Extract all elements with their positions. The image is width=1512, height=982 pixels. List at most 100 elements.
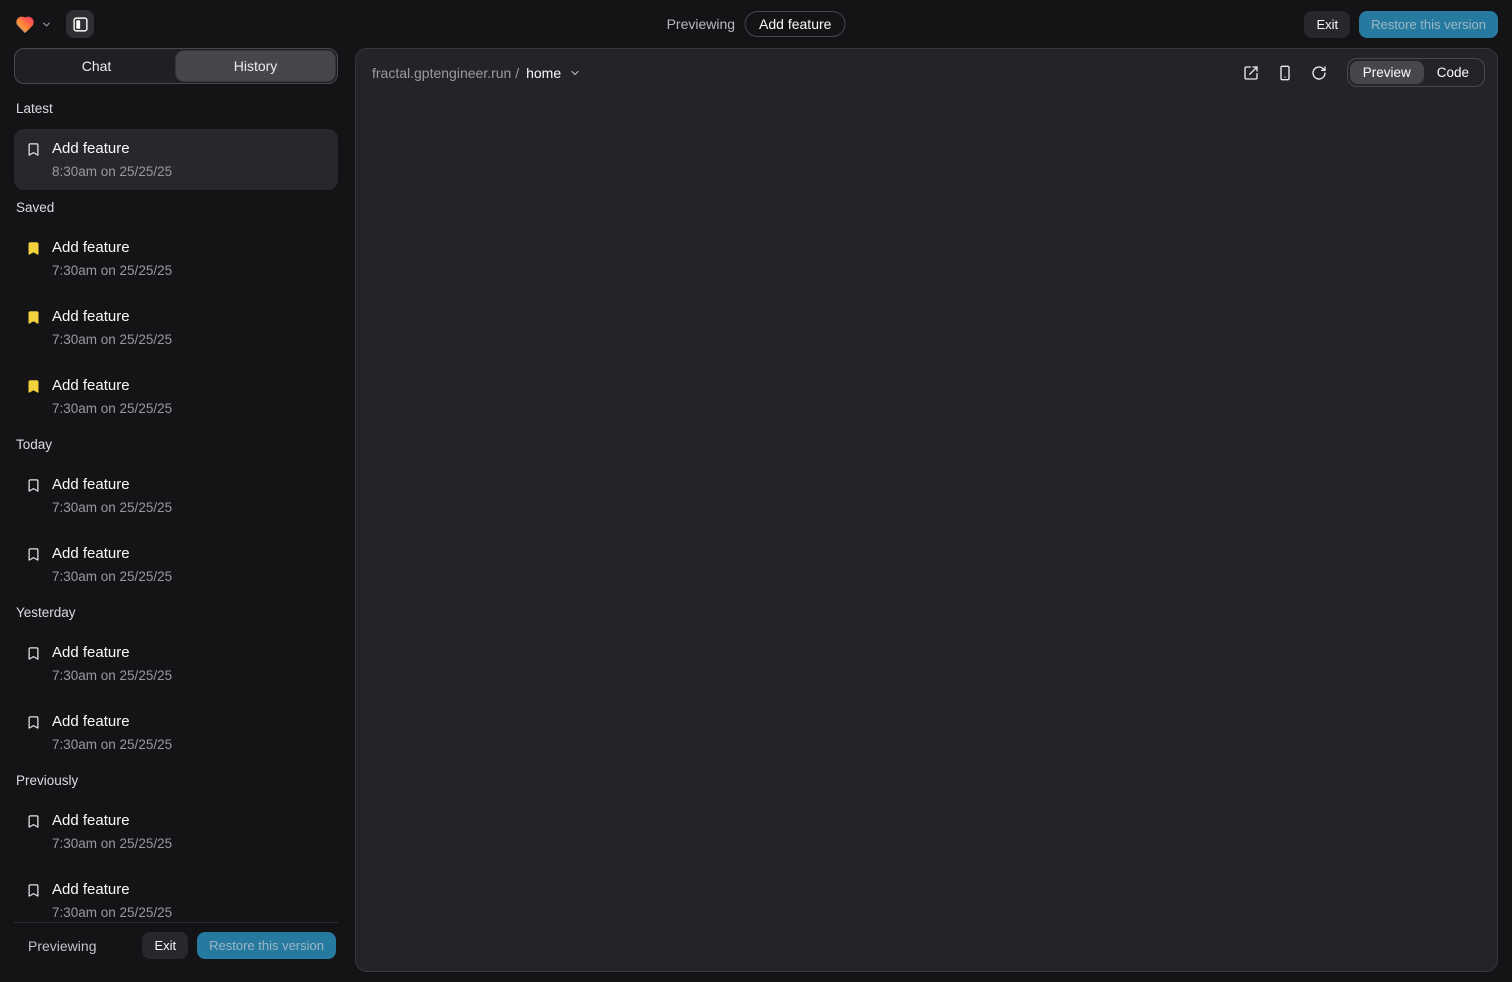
history-item-text: Add feature 7:30am on 25/25/25 [52, 643, 172, 684]
history-item[interactable]: Add feature 7:30am on 25/25/25 [14, 702, 338, 763]
section-items: Add feature 7:30am on 25/25/25 Add featu… [14, 228, 338, 427]
section-items: Add feature 8:30am on 25/25/25 [14, 129, 338, 190]
item-time: 8:30am on 25/25/25 [52, 163, 172, 180]
preview-panel: fractal.gptengineer.run / home [355, 48, 1498, 972]
item-time: 7:30am on 25/25/25 [52, 331, 172, 348]
item-time: 7:30am on 25/25/25 [52, 667, 172, 684]
history-item[interactable]: Add feature 7:30am on 25/25/25 [14, 534, 338, 595]
history-item[interactable]: Add feature 7:30am on 25/25/25 [14, 465, 338, 526]
item-time: 7:30am on 25/25/25 [52, 262, 172, 279]
item-title: Add feature [52, 475, 172, 494]
bookmark-icon [26, 241, 41, 256]
lovable-heart-icon [14, 14, 36, 34]
bookmark-icon [26, 310, 41, 325]
section-items: Add feature 7:30am on 25/25/25 Add featu… [14, 465, 338, 595]
bookmark-icon [26, 478, 41, 493]
footer-exit-button[interactable]: Exit [142, 932, 188, 959]
chevron-down-icon [569, 67, 581, 79]
app-body: Chat History Latest Add feature 8:30am o… [0, 48, 1512, 982]
smartphone-icon [1277, 65, 1293, 81]
history-item-text: Add feature 7:30am on 25/25/25 [52, 376, 172, 417]
item-title: Add feature [52, 238, 172, 257]
bookmark-icon [26, 814, 41, 829]
refresh-icon [1311, 65, 1327, 81]
item-time: 7:30am on 25/25/25 [52, 568, 172, 585]
exit-button[interactable]: Exit [1304, 11, 1350, 38]
panel-actions: Preview Code [1237, 58, 1485, 87]
bookmark-icon [26, 142, 41, 157]
toggle-preview[interactable]: Preview [1350, 61, 1424, 84]
history-item[interactable]: Add feature 8:30am on 25/25/25 [14, 129, 338, 190]
bookmark-icon [26, 547, 41, 562]
item-time: 7:30am on 25/25/25 [52, 499, 172, 516]
url-selector[interactable]: fractal.gptengineer.run / home [372, 65, 581, 81]
footer-status-label: Previewing [28, 938, 96, 954]
item-title: Add feature [52, 376, 172, 395]
history-item-text: Add feature 7:30am on 25/25/25 [52, 307, 172, 348]
history-item-text: Add feature 7:30am on 25/25/25 [52, 475, 172, 516]
section-title: Previously [14, 773, 338, 788]
panel-left-icon [72, 16, 89, 33]
url-page: home [526, 65, 561, 81]
tab-history[interactable]: History [176, 51, 335, 81]
external-link-icon [1243, 65, 1259, 81]
tab-chat[interactable]: Chat [17, 51, 176, 81]
bookmark-icon [26, 883, 41, 898]
history-section: Saved Add feature 7:30am on 25/25/25 Add… [14, 200, 338, 427]
history-section: Previously Add feature 7:30am on 25/25/2… [14, 773, 338, 922]
history-item[interactable]: Add feature 7:30am on 25/25/25 [14, 870, 338, 922]
section-title: Yesterday [14, 605, 338, 620]
mobile-view-button[interactable] [1271, 59, 1299, 87]
item-title: Add feature [52, 811, 172, 830]
header-center: Previewing Add feature [667, 0, 846, 48]
preview-viewport[interactable] [356, 96, 1497, 971]
history-section: Today Add feature 7:30am on 25/25/25 Add… [14, 437, 338, 595]
item-title: Add feature [52, 544, 172, 563]
footer-restore-button[interactable]: Restore this version [197, 932, 336, 959]
section-items: Add feature 7:30am on 25/25/25 Add featu… [14, 633, 338, 763]
item-time: 7:30am on 25/25/25 [52, 400, 172, 417]
item-title: Add feature [52, 643, 172, 662]
brand[interactable] [14, 14, 52, 34]
toggle-code[interactable]: Code [1424, 61, 1482, 84]
item-time: 7:30am on 25/25/25 [52, 904, 172, 921]
item-time: 7:30am on 25/25/25 [52, 736, 172, 753]
view-toggle: Preview Code [1347, 58, 1485, 87]
open-in-new-tab-button[interactable] [1237, 59, 1265, 87]
section-title: Saved [14, 200, 338, 215]
history-item-text: Add feature 7:30am on 25/25/25 [52, 880, 172, 921]
item-title: Add feature [52, 712, 172, 731]
history-item[interactable]: Add feature 7:30am on 25/25/25 [14, 366, 338, 427]
item-time: 7:30am on 25/25/25 [52, 835, 172, 852]
section-title: Latest [14, 101, 338, 116]
top-header: Previewing Add feature Exit Restore this… [0, 0, 1512, 48]
item-title: Add feature [52, 880, 172, 899]
preview-panel-header: fractal.gptengineer.run / home [356, 49, 1497, 96]
section-title: Today [14, 437, 338, 452]
chevron-down-icon [41, 19, 52, 30]
history-item[interactable]: Add feature 7:30am on 25/25/25 [14, 297, 338, 358]
history-item-text: Add feature 8:30am on 25/25/25 [52, 139, 172, 180]
bookmark-icon [26, 715, 41, 730]
header-actions: Exit Restore this version [1304, 11, 1498, 38]
sidebar-footer: Previewing Exit Restore this version [14, 922, 338, 972]
history-item[interactable]: Add feature 7:30am on 25/25/25 [14, 228, 338, 289]
section-items: Add feature 7:30am on 25/25/25 Add featu… [14, 801, 338, 922]
restore-version-button[interactable]: Restore this version [1359, 11, 1498, 38]
refresh-button[interactable] [1305, 59, 1333, 87]
version-badge[interactable]: Add feature [745, 11, 845, 37]
history-item-text: Add feature 7:30am on 25/25/25 [52, 811, 172, 852]
bookmark-icon [26, 646, 41, 661]
history-list[interactable]: Latest Add feature 8:30am on 25/25/25 Sa… [14, 84, 338, 922]
url-prefix: fractal.gptengineer.run / [372, 65, 519, 81]
sidebar-toggle-button[interactable] [66, 10, 94, 38]
previewing-label: Previewing [667, 16, 735, 32]
history-item[interactable]: Add feature 7:30am on 25/25/25 [14, 801, 338, 862]
history-item-text: Add feature 7:30am on 25/25/25 [52, 238, 172, 279]
history-section: Yesterday Add feature 7:30am on 25/25/25… [14, 605, 338, 763]
history-sidebar: Chat History Latest Add feature 8:30am o… [14, 48, 338, 972]
item-title: Add feature [52, 307, 172, 326]
history-item[interactable]: Add feature 7:30am on 25/25/25 [14, 633, 338, 694]
history-item-text: Add feature 7:30am on 25/25/25 [52, 544, 172, 585]
history-section: Latest Add feature 8:30am on 25/25/25 [14, 101, 338, 190]
